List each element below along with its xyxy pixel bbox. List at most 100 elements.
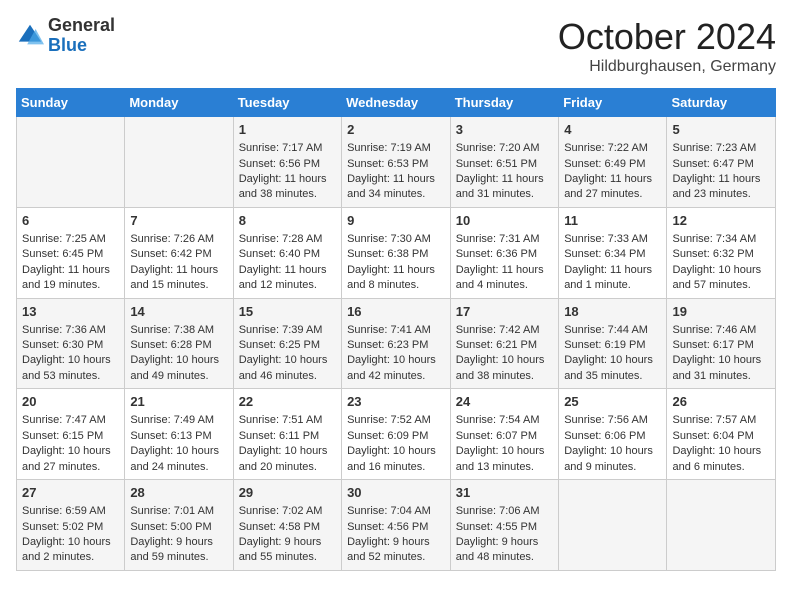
month-title: October 2024 <box>558 16 776 58</box>
logo-icon <box>16 22 44 50</box>
cell-text: Sunrise: 7:46 AM <box>672 323 770 338</box>
cell-text: Sunrise: 7:30 AM <box>347 232 445 247</box>
cell-text: Daylight: 11 hours and 15 minutes. <box>130 263 227 294</box>
day-number: 22 <box>239 393 336 411</box>
cell-text: Sunset: 5:02 PM <box>22 520 119 535</box>
calendar-cell: 26Sunrise: 7:57 AMSunset: 6:04 PMDayligh… <box>667 389 776 480</box>
cell-text: Sunset: 6:15 PM <box>22 429 119 444</box>
calendar-cell: 16Sunrise: 7:41 AMSunset: 6:23 PMDayligh… <box>342 298 451 389</box>
header-monday: Monday <box>125 89 233 117</box>
cell-text: Daylight: 10 hours and 20 minutes. <box>239 444 336 475</box>
day-number: 29 <box>239 484 336 502</box>
cell-text: Sunset: 5:00 PM <box>130 520 227 535</box>
cell-text: Sunset: 6:28 PM <box>130 338 227 353</box>
calendar-header: Sunday Monday Tuesday Wednesday Thursday… <box>17 89 776 117</box>
calendar-cell <box>125 117 233 208</box>
calendar-week-row: 13Sunrise: 7:36 AMSunset: 6:30 PMDayligh… <box>17 298 776 389</box>
day-number: 30 <box>347 484 445 502</box>
cell-text: Sunrise: 7:20 AM <box>456 141 553 156</box>
cell-text: Daylight: 11 hours and 34 minutes. <box>347 172 445 203</box>
calendar-cell: 29Sunrise: 7:02 AMSunset: 4:58 PMDayligh… <box>233 480 341 571</box>
cell-text: Sunset: 6:07 PM <box>456 429 553 444</box>
cell-text: Daylight: 9 hours and 55 minutes. <box>239 535 336 566</box>
cell-text: Daylight: 10 hours and 46 minutes. <box>239 353 336 384</box>
calendar-week-row: 6Sunrise: 7:25 AMSunset: 6:45 PMDaylight… <box>17 207 776 298</box>
day-number: 23 <box>347 393 445 411</box>
calendar-cell: 31Sunrise: 7:06 AMSunset: 4:55 PMDayligh… <box>450 480 558 571</box>
day-number: 17 <box>456 303 553 321</box>
day-number: 1 <box>239 121 336 139</box>
calendar-cell: 4 Sunrise: 7:22 AMSunset: 6:49 PMDaylight… <box>559 117 667 208</box>
day-number: 6 <box>22 212 119 230</box>
logo-blue-text: Blue <box>48 35 87 55</box>
cell-text: Sunrise: 7:06 AM <box>456 504 553 519</box>
calendar-cell: 27Sunrise: 6:59 AMSunset: 5:02 PMDayligh… <box>17 480 125 571</box>
calendar-table: Sunday Monday Tuesday Wednesday Thursday… <box>16 88 776 571</box>
cell-text: Sunrise: 7:47 AM <box>22 413 119 428</box>
day-number: 16 <box>347 303 445 321</box>
day-number: 5 <box>672 121 770 139</box>
title-area: October 2024 Hildburghausen, Germany <box>558 16 776 76</box>
cell-text: Sunset: 6:47 PM <box>672 157 770 172</box>
calendar-cell: 12Sunrise: 7:34 AMSunset: 6:32 PMDayligh… <box>667 207 776 298</box>
calendar-cell: 24Sunrise: 7:54 AMSunset: 6:07 PMDayligh… <box>450 389 558 480</box>
cell-text: Sunrise: 7:26 AM <box>130 232 227 247</box>
header-thursday: Thursday <box>450 89 558 117</box>
day-number: 26 <box>672 393 770 411</box>
cell-text: Sunset: 6:51 PM <box>456 157 553 172</box>
header-wednesday: Wednesday <box>342 89 451 117</box>
cell-text: Sunset: 6:40 PM <box>239 247 336 262</box>
cell-text: Sunrise: 7:51 AM <box>239 413 336 428</box>
cell-text: Sunset: 6:17 PM <box>672 338 770 353</box>
cell-text: Sunset: 6:13 PM <box>130 429 227 444</box>
cell-text: Daylight: 11 hours and 1 minute. <box>564 263 661 294</box>
cell-text: Sunrise: 7:31 AM <box>456 232 553 247</box>
cell-text: Daylight: 10 hours and 38 minutes. <box>456 353 553 384</box>
day-number: 21 <box>130 393 227 411</box>
cell-text: Sunset: 6:19 PM <box>564 338 661 353</box>
day-number: 31 <box>456 484 553 502</box>
cell-text: Sunrise: 7:23 AM <box>672 141 770 156</box>
header-friday: Friday <box>559 89 667 117</box>
day-number: 20 <box>22 393 119 411</box>
calendar-week-row: 20 Sunrise: 7:47 AMSunset: 6:15 PM Dayligh… <box>17 389 776 480</box>
cell-text: Daylight: 11 hours and 23 minutes. <box>672 172 770 203</box>
calendar-cell: 25Sunrise: 7:56 AMSunset: 6:06 PMDayligh… <box>559 389 667 480</box>
cell-text: Daylight: 9 hours and 52 minutes. <box>347 535 445 566</box>
cell-text: Sunset: 4:58 PM <box>239 520 336 535</box>
calendar-cell <box>17 117 125 208</box>
calendar-cell <box>559 480 667 571</box>
cell-text: Daylight: 10 hours and 31 minutes. <box>672 353 770 384</box>
cell-text: Daylight: 11 hours and 27 minutes. <box>564 172 661 203</box>
cell-text: Sunset: 6:53 PM <box>347 157 445 172</box>
cell-text: Sunset: 6:32 PM <box>672 247 770 262</box>
cell-text: Sunset: 6:36 PM <box>456 247 553 262</box>
day-number: 10 <box>456 212 553 230</box>
cell-text: Daylight: 10 hours and 24 minutes. <box>130 444 227 475</box>
header-saturday: Saturday <box>667 89 776 117</box>
cell-text: Sunset: 6:49 PM <box>564 157 661 172</box>
day-number: 2 <box>347 121 445 139</box>
calendar-cell: 9Sunrise: 7:30 AMSunset: 6:38 PMDaylight… <box>342 207 451 298</box>
cell-text: Daylight: 10 hours and 9 minutes. <box>564 444 661 475</box>
cell-text: Sunrise: 7:34 AM <box>672 232 770 247</box>
calendar-cell: 1Sunrise: 7:17 AMSunset: 6:56 PMDaylight… <box>233 117 341 208</box>
day-number: 27 <box>22 484 119 502</box>
calendar-cell: 18Sunrise: 7:44 AMSunset: 6:19 PMDayligh… <box>559 298 667 389</box>
cell-text: Sunset: 6:38 PM <box>347 247 445 262</box>
cell-text: Sunrise: 7:17 AM <box>239 141 336 156</box>
day-number: 4 <box>564 121 661 139</box>
calendar-cell: 23Sunrise: 7:52 AMSunset: 6:09 PMDayligh… <box>342 389 451 480</box>
calendar-cell: 22Sunrise: 7:51 AMSunset: 6:11 PMDayligh… <box>233 389 341 480</box>
cell-text: Daylight: 10 hours and 57 minutes. <box>672 263 770 294</box>
calendar-cell: 7Sunrise: 7:26 AMSunset: 6:42 PMDaylight… <box>125 207 233 298</box>
calendar-cell: 2Sunrise: 7:19 AMSunset: 6:53 PMDaylight… <box>342 117 451 208</box>
cell-text: Sunset: 6:25 PM <box>239 338 336 353</box>
cell-text: Sunrise: 7:22 AM <box>564 141 661 156</box>
cell-text: Daylight: 10 hours and 49 minutes. <box>130 353 227 384</box>
cell-text: Sunset: 6:42 PM <box>130 247 227 262</box>
cell-text: Daylight: 9 hours and 48 minutes. <box>456 535 553 566</box>
calendar-cell: 5 Sunrise: 7:23 AMSunset: 6:47 PMDaylight… <box>667 117 776 208</box>
calendar-cell: 21Sunrise: 7:49 AMSunset: 6:13 PMDayligh… <box>125 389 233 480</box>
day-number: 19 <box>672 303 770 321</box>
